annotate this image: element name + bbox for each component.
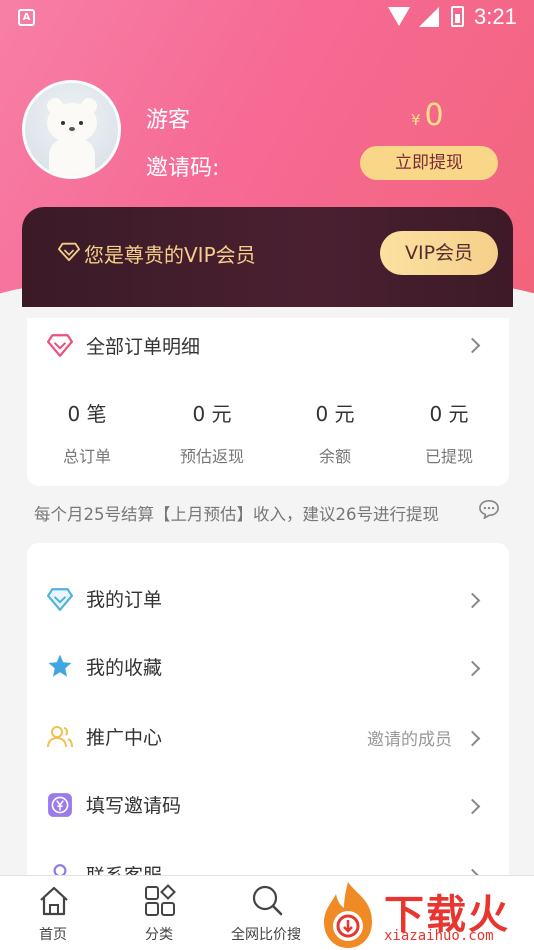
balance-value: 0: [424, 98, 444, 133]
status-bar: A 3:21: [0, 0, 534, 36]
home-icon: [40, 886, 68, 916]
category-icon: [145, 884, 176, 916]
menu-item-label: 填写邀请码: [86, 795, 182, 817]
orders-card: 全部订单明细 0 笔 总订单 0 元 预估返现 0 元 余额 0 元 已提现: [27, 318, 509, 486]
menu-item-promotion-center[interactable]: 推广中心 邀请的成员: [27, 703, 509, 771]
menu-item-label: 我的订单: [86, 589, 163, 611]
stat-value: 0 笔: [67, 402, 107, 426]
all-orders-row[interactable]: 全部订单明细: [27, 318, 509, 372]
vip-card: 您是尊贵的VIP会员 VIP会员: [22, 207, 513, 307]
search-icon: [252, 885, 283, 916]
chevron-right-icon: [464, 730, 481, 747]
bear-nose: [69, 127, 75, 131]
flame-logo-icon: [324, 882, 372, 948]
withdraw-button[interactable]: 立即提现: [360, 146, 498, 180]
vip-button[interactable]: VIP会员: [380, 231, 498, 275]
tab-label: 首页: [39, 927, 67, 943]
bear-body: [49, 137, 95, 176]
app-notification-icon: A: [18, 9, 35, 26]
stat-estimated-cashback[interactable]: 0 元 预估返现: [152, 398, 272, 467]
watermark: 下载火 xiazaihuo.com: [316, 880, 534, 950]
chevron-right-icon: [464, 592, 481, 609]
diamond-icon: [58, 242, 80, 262]
battery-icon: [451, 6, 464, 27]
stat-label: 总订单: [62, 447, 111, 466]
invite-code-label: 邀请码:: [146, 156, 220, 181]
all-orders-title: 全部订单明细: [86, 336, 201, 358]
menu-item-label: 我的收藏: [86, 657, 163, 679]
balance: ¥0: [411, 98, 444, 133]
bear-eye: [79, 121, 83, 125]
stat-balance[interactable]: 0 元 余额: [275, 398, 395, 467]
profile-header: A 3:21 游客 邀请码: ¥0 立即提现 您是尊贵的VIP会员 VIP会员: [0, 0, 534, 318]
stat-value: 0 元: [429, 402, 469, 426]
watermark-url: xiazaihuo.com: [384, 928, 494, 944]
menu-item-label: 推广中心: [86, 727, 163, 749]
bear-eye: [61, 121, 65, 125]
diamond-icon: [47, 334, 73, 357]
diamond-icon: [47, 588, 73, 611]
yen-icon: [48, 793, 72, 817]
stat-label: 余额: [318, 447, 351, 466]
chevron-right-icon: [464, 660, 481, 677]
status-time: 3:21: [474, 4, 517, 29]
currency-symbol: ¥: [411, 111, 421, 129]
star-icon: [48, 654, 72, 677]
stat-value: 0 元: [315, 402, 355, 426]
stat-label: 预估返现: [179, 447, 244, 466]
stat-label: 已提现: [424, 447, 473, 466]
tab-category[interactable]: 分类: [109, 876, 209, 950]
stat-value: 0 元: [192, 402, 232, 426]
menu-card: 我的订单 我的收藏 推广中心 邀请的成员 填写邀请码 联系客服: [27, 543, 509, 893]
chevron-right-icon: [464, 337, 481, 354]
tab-label: 全网比价搜: [231, 927, 301, 943]
tab-label: 分类: [145, 927, 173, 943]
menu-item-extra: 邀请的成员: [367, 730, 452, 750]
tab-price-compare-search[interactable]: 全网比价搜: [216, 876, 316, 950]
menu-item-enter-invite-code[interactable]: 填写邀请码: [27, 771, 509, 839]
menu-item-my-orders[interactable]: 我的订单: [27, 565, 509, 633]
vip-status-text: 您是尊贵的VIP会员: [84, 243, 256, 267]
settlement-notice: 每个月25号结算【上月预估】收入，建议26号进行提现: [34, 505, 439, 524]
chat-bubble-icon[interactable]: [478, 499, 500, 519]
stat-total-orders[interactable]: 0 笔 总订单: [27, 398, 147, 467]
menu-item-favorites[interactable]: 我的收藏: [27, 633, 509, 701]
user-name: 游客: [146, 108, 191, 133]
users-icon: [47, 726, 73, 748]
chevron-right-icon: [464, 798, 481, 815]
stat-withdrawn[interactable]: 0 元 已提现: [389, 398, 509, 467]
wifi-icon: [388, 7, 410, 26]
signal-icon: [419, 7, 439, 27]
avatar[interactable]: [22, 80, 121, 179]
tab-home[interactable]: 首页: [3, 876, 103, 950]
